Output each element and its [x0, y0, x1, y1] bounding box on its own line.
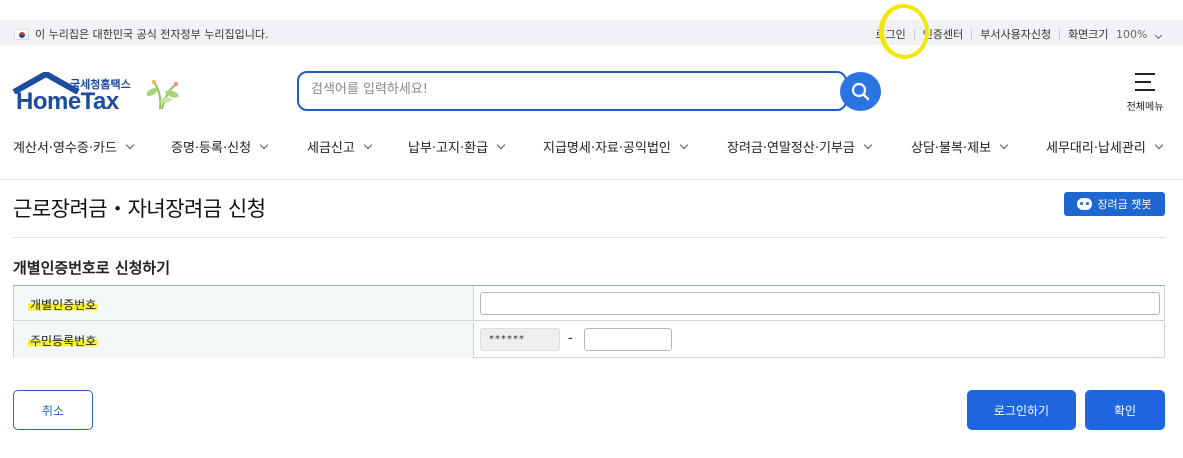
- gov-notice-text: 이 누리집은 대한민국 공식 전자정부 누리집입니다.: [35, 28, 269, 41]
- gov-top-bar: 이 누리집은 대한민국 공식 전자정부 누리집입니다. 로그인 인증센터 부서사…: [0, 20, 1183, 45]
- nav-tax-filing[interactable]: 세금신고: [307, 137, 373, 156]
- chevron-down-icon: [496, 140, 506, 149]
- hometax-logo[interactable]: 국세청홈택스 HomeTax: [12, 72, 187, 116]
- divider: [971, 29, 973, 39]
- search-box: [297, 71, 847, 111]
- divider: [0, 179, 1183, 180]
- leaf-decoration-icon: [146, 80, 179, 110]
- all-menu-button[interactable]: 전체메뉴: [1123, 71, 1167, 113]
- nav-label: 세금신고: [307, 141, 355, 156]
- divider: [1059, 29, 1061, 39]
- nav-label: 납부·고지·환급: [408, 141, 489, 156]
- nav-tax-agent[interactable]: 세무대리·납세관리: [1046, 137, 1164, 156]
- table-row: 주민등록번호 ****** -: [13, 322, 1165, 358]
- korea-flag-icon: [14, 28, 29, 40]
- resident-number-front-field: ******: [480, 328, 560, 351]
- nav-certificate-registration[interactable]: 증명·등록·신청: [171, 137, 269, 156]
- resident-number-back-input[interactable]: [584, 328, 672, 351]
- search-icon: [851, 82, 870, 101]
- nav-label: 상담·불복·제보: [911, 141, 992, 156]
- nav-incentive-year-end[interactable]: 장려금·연말정산·기부금: [727, 137, 873, 156]
- nav-label: 세무대리·납세관리: [1046, 141, 1146, 156]
- chevron-down-icon: [1154, 140, 1164, 149]
- search-button[interactable]: [840, 72, 881, 111]
- resident-number-label: 주민등록번호: [28, 332, 99, 349]
- auth-number-input[interactable]: [480, 292, 1160, 315]
- nav-invoice-receipt-card[interactable]: 계산서·영수증·카드: [13, 137, 135, 156]
- confirm-button[interactable]: 확인: [1085, 390, 1165, 430]
- zoom-selector[interactable]: 화면크기 100%: [1068, 26, 1163, 42]
- divider: [13, 237, 1165, 238]
- cancel-button[interactable]: 취소: [13, 390, 93, 430]
- chevron-down-icon: [1154, 31, 1163, 40]
- highlight-annotation-circle: [876, 1, 932, 62]
- resident-number-dash: -: [568, 331, 573, 346]
- zoom-label: 화면크기: [1068, 28, 1109, 41]
- nav-consult-appeal[interactable]: 상담·불복·제보: [911, 137, 1009, 156]
- main-navigation: 계산서·영수증·카드 증명·등록·신청 세금신고 납부·고지·환급 지급명세·자…: [0, 133, 1183, 161]
- nav-payment-refund[interactable]: 납부·고지·환급: [408, 137, 506, 156]
- auth-number-label: 개별인증번호: [28, 296, 99, 313]
- chevron-down-icon: [125, 140, 135, 149]
- nav-label: 지급명세·자료·공익법인: [543, 141, 671, 156]
- nav-payment-statement[interactable]: 지급명세·자료·공익법인: [543, 137, 689, 156]
- chevron-down-icon: [259, 140, 269, 149]
- login-button[interactable]: 로그인하기: [967, 390, 1076, 430]
- chevron-down-icon: [999, 140, 1009, 149]
- table-header-cell: 주민등록번호: [14, 322, 474, 358]
- dept-user-request-link[interactable]: 부서사용자신청: [980, 26, 1051, 42]
- search-input[interactable]: [311, 82, 831, 97]
- all-menu-label: 전체메뉴: [1126, 102, 1164, 113]
- chevron-down-icon: [679, 140, 689, 149]
- nav-label: 계산서·영수증·카드: [13, 141, 117, 156]
- auth-form-table: 개별인증번호 주민등록번호 ****** -: [13, 285, 1165, 358]
- chatbot-icon: [1077, 198, 1093, 210]
- table-row: 개별인증번호: [13, 286, 1165, 321]
- nav-label: 증명·등록·신청: [171, 141, 252, 156]
- chevron-down-icon: [363, 140, 373, 149]
- hamburger-icon: [1135, 73, 1155, 97]
- nav-label: 장려금·연말정산·기부금: [727, 141, 855, 156]
- logo-text: HomeTax: [16, 88, 119, 115]
- chevron-down-icon: [863, 140, 873, 149]
- section-title: 개별인증번호로 신청하기: [13, 259, 171, 277]
- zoom-value: 100%: [1116, 28, 1148, 41]
- gov-notice: 이 누리집은 대한민국 공식 전자정부 누리집입니다.: [14, 26, 269, 42]
- page-title: 근로장려금・자녀장려금 신청: [13, 197, 266, 221]
- table-header-cell: 개별인증번호: [14, 286, 474, 320]
- incentive-chatbot-button[interactable]: 장려금 챗봇: [1064, 192, 1165, 216]
- chatbot-label: 장려금 챗봇: [1097, 198, 1152, 211]
